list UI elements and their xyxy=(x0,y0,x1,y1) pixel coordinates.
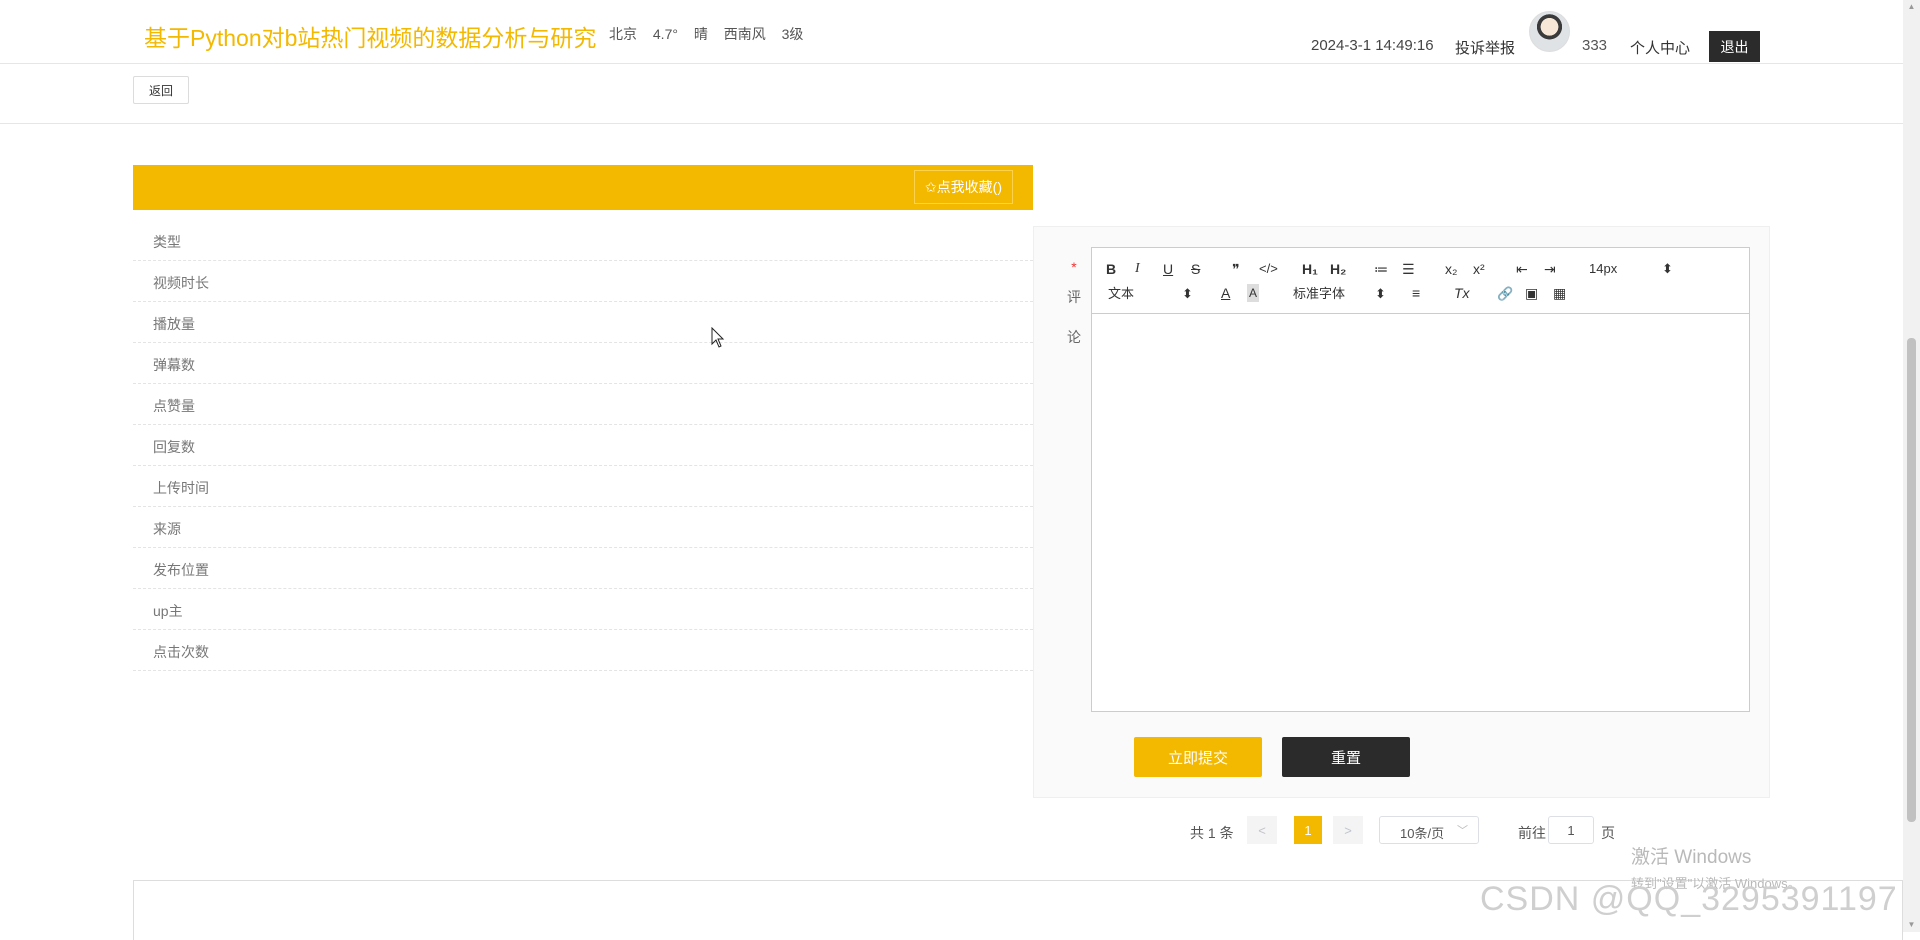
site-title[interactable]: 基于Python对b站热门视频的数据分析与研究 xyxy=(144,19,596,53)
indent-icon[interactable]: ⇥ xyxy=(1544,260,1556,278)
font-family-select[interactable]: 标准字体 xyxy=(1293,285,1345,303)
editor-toolbar: B I U S ❞ </> H₁ H₂ ≔ ☰ x₂ x² ⇤ ⇥ 14px ⬍… xyxy=(1092,248,1749,314)
detail-label-location: 发布位置 xyxy=(153,562,209,578)
detail-row: 发布位置 xyxy=(133,548,1033,589)
detail-row: 上传时间 xyxy=(133,466,1033,507)
italic-icon[interactable]: I xyxy=(1135,260,1140,278)
image-icon[interactable]: ▣ xyxy=(1525,284,1538,302)
detail-row: 点击次数 xyxy=(133,630,1033,671)
link-icon[interactable]: 🔗 xyxy=(1497,285,1513,303)
reset-button[interactable]: 重置 xyxy=(1282,737,1410,777)
pagination-prev-button[interactable]: < xyxy=(1247,816,1277,844)
back-bar: 返回 xyxy=(0,64,1920,124)
block-format-select[interactable]: 文本 xyxy=(1108,285,1134,303)
chevron-updown-icon: ⬍ xyxy=(1375,286,1386,301)
comment-label: * 评 论 xyxy=(1064,257,1084,357)
comment-panel: * 评 论 B I U S ❞ </> H₁ H₂ ≔ ☰ x₂ x² ⇤ ⇥ … xyxy=(1033,226,1770,798)
submit-button[interactable]: 立即提交 xyxy=(1134,737,1262,777)
detail-row: 播放量 xyxy=(133,302,1033,343)
goto-label: 前往 xyxy=(1518,825,1546,841)
pagination-next-button[interactable]: > xyxy=(1333,816,1363,844)
bold-icon[interactable]: B xyxy=(1106,260,1116,278)
username: 333 xyxy=(1582,37,1608,54)
detail-label-uploader: up主 xyxy=(153,603,183,619)
scroll-down-icon[interactable]: ▼ xyxy=(1907,920,1916,930)
detail-row: 点赞量 xyxy=(133,384,1033,425)
detail-row: up主 xyxy=(133,589,1033,630)
detail-row: 回复数 xyxy=(133,425,1033,466)
detail-label-plays: 播放量 xyxy=(153,316,195,332)
detail-row: 类型 xyxy=(133,220,1033,261)
detail-label-clicks: 点击次数 xyxy=(153,644,209,660)
outdent-icon[interactable]: ⇤ xyxy=(1516,260,1528,278)
chevron-updown-icon: ⬍ xyxy=(1662,261,1673,276)
csdn-watermark: CSDN @QQ_3295391197 xyxy=(1480,880,1898,918)
comment-label-char: 评 xyxy=(1067,289,1081,305)
detail-row: 来源 xyxy=(133,507,1033,548)
detail-label-likes: 点赞量 xyxy=(153,398,195,414)
ordered-list-icon[interactable]: ≔ xyxy=(1374,260,1388,278)
mouse-cursor-icon xyxy=(711,327,725,348)
detail-label-replies: 回复数 xyxy=(153,439,195,455)
code-icon[interactable]: </> xyxy=(1259,260,1278,278)
bullet-list-icon[interactable]: ☰ xyxy=(1402,260,1415,278)
editor-content-area[interactable] xyxy=(1092,314,1749,711)
report-link[interactable]: 投诉举报 xyxy=(1455,37,1515,58)
h1-icon[interactable]: H₁ xyxy=(1302,260,1318,278)
detail-list: 类型 视频时长 播放量 弹幕数 点赞量 回复数 上传时间 来源 发布位置 up主… xyxy=(133,220,1033,671)
required-mark: * xyxy=(1071,259,1077,275)
header: 基于Python对b站热门视频的数据分析与研究 北京 4.7° 晴 西南风 3级… xyxy=(0,0,1920,64)
rich-text-editor: B I U S ❞ </> H₁ H₂ ≔ ☰ x₂ x² ⇤ ⇥ 14px ⬍… xyxy=(1091,247,1750,712)
weather-info: 北京 4.7° 晴 西南风 3级 xyxy=(609,24,815,44)
logout-button[interactable]: 退出 xyxy=(1709,31,1760,62)
avatar[interactable] xyxy=(1529,11,1570,52)
detail-label-duration: 视频时长 xyxy=(153,275,209,291)
weather-condition: 晴 xyxy=(693,26,708,42)
back-button[interactable]: 返回 xyxy=(133,76,189,104)
pagination-total: 共 1 条 xyxy=(1190,825,1234,841)
subscript-icon[interactable]: x₂ xyxy=(1445,260,1457,278)
scrollbar-thumb[interactable] xyxy=(1907,338,1916,822)
detail-row: 弹幕数 xyxy=(133,343,1033,384)
blockquote-icon[interactable]: ❞ xyxy=(1232,260,1240,278)
detail-row: 视频时长 xyxy=(133,261,1033,302)
superscript-icon[interactable]: x² xyxy=(1473,260,1485,278)
highlight-icon[interactable]: A xyxy=(1247,284,1260,302)
underline-icon[interactable]: U xyxy=(1163,260,1173,278)
video-icon[interactable]: ▦ xyxy=(1553,284,1566,302)
weather-city: 北京 xyxy=(609,26,637,42)
align-icon[interactable]: ≡ xyxy=(1412,284,1420,302)
page-size-select[interactable]: 10条/页 ﹀ xyxy=(1379,816,1479,844)
chevron-updown-icon: ⬍ xyxy=(1182,286,1193,301)
detail-label-source: 来源 xyxy=(153,521,181,537)
favorite-button[interactable]: ✩点我收藏() xyxy=(913,170,1013,204)
strike-icon[interactable]: S xyxy=(1191,260,1200,278)
watermark-line-1: 激活 Windows xyxy=(1631,847,1752,868)
h2-icon[interactable]: H₂ xyxy=(1330,260,1346,278)
text-color-icon[interactable]: A xyxy=(1221,284,1230,302)
scroll-up-icon[interactable]: ▲ xyxy=(1907,2,1916,12)
personal-center-link[interactable]: 个人中心 xyxy=(1630,37,1690,58)
pagination-page-1[interactable]: 1 xyxy=(1294,816,1322,844)
weather-wind: 西南风 xyxy=(723,26,766,42)
chevron-down-icon: ﹀ xyxy=(1457,825,1468,837)
page-size-value: 10条/页 xyxy=(1400,826,1445,841)
detail-label-type: 类型 xyxy=(153,234,181,250)
goto-unit: 页 xyxy=(1601,825,1615,841)
detail-title-bar: ✩点我收藏() xyxy=(133,165,1033,210)
weather-temp: 4.7° xyxy=(652,26,678,42)
detail-label-danmaku: 弹幕数 xyxy=(153,357,195,373)
comment-label-char: 论 xyxy=(1067,329,1081,345)
weather-level: 3级 xyxy=(781,26,804,42)
clear-format-icon[interactable]: Tx xyxy=(1454,284,1470,302)
goto-page-input[interactable] xyxy=(1548,816,1594,844)
datetime: 2024-3-1 14:49:16 xyxy=(1311,37,1434,54)
font-size-select[interactable]: 14px xyxy=(1589,260,1617,278)
detail-label-upload-time: 上传时间 xyxy=(153,480,209,496)
